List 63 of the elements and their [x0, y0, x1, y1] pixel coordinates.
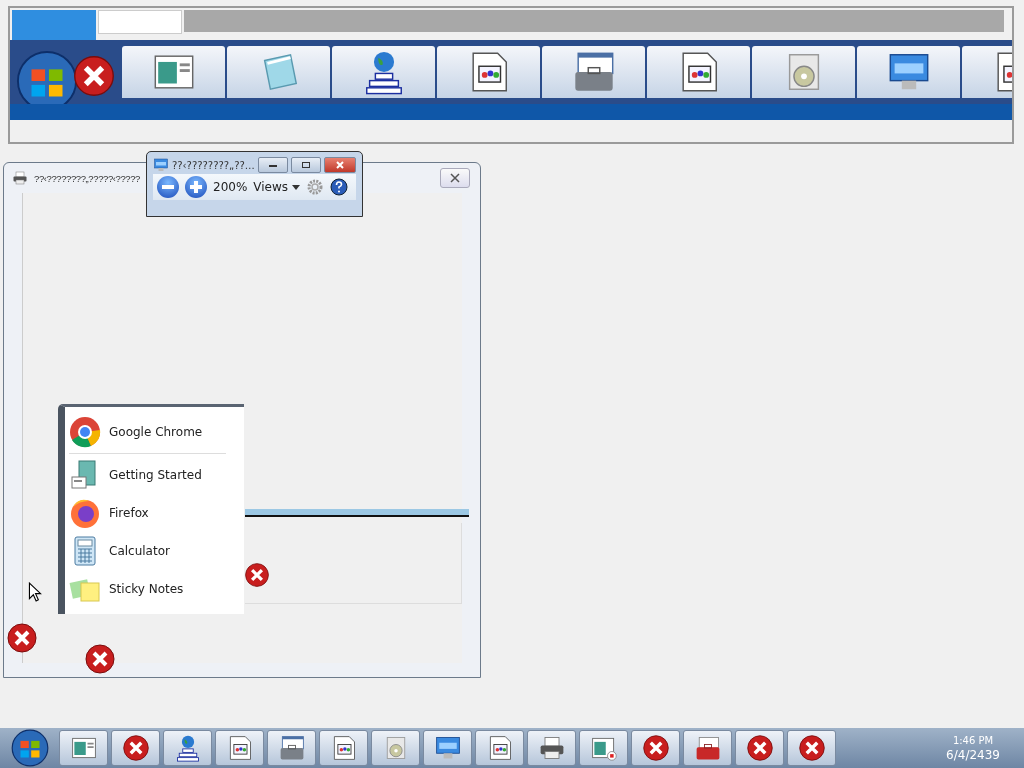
zoom-out-button[interactable] — [157, 176, 179, 198]
settings-button[interactable] — [306, 178, 325, 196]
menu-item[interactable]: Calculator — [69, 532, 244, 570]
menu-item[interactable]: Sticky Notes — [69, 570, 244, 608]
start-orb-icon — [11, 729, 49, 767]
taskbar-button[interactable] — [267, 730, 316, 766]
close-button[interactable] — [324, 157, 356, 173]
taskbar-button[interactable] — [163, 730, 212, 766]
taskbar-button[interactable] — [215, 730, 264, 766]
toolbar-button[interactable] — [857, 46, 960, 98]
error-icon — [84, 643, 116, 675]
taskbar-button[interactable] — [579, 730, 628, 766]
taskbar-button[interactable] — [475, 730, 524, 766]
menu-item[interactable]: Google Chrome — [69, 413, 244, 451]
toolbar-button[interactable] — [437, 46, 540, 98]
chrome-icon — [69, 416, 101, 448]
menu-item[interactable]: Getting Started — [69, 456, 244, 494]
clock-date: 6/4/2439 — [946, 748, 1000, 762]
taskbar-button[interactable] — [527, 730, 576, 766]
caret-icon — [292, 184, 301, 190]
minimize-button[interactable] — [257, 157, 288, 173]
mouse-pointer-icon — [28, 582, 42, 602]
toolbar-button[interactable] — [122, 46, 225, 98]
error-icon — [72, 54, 116, 98]
printer-icon — [12, 170, 28, 186]
error-icon — [745, 734, 774, 762]
minus-icon — [162, 185, 174, 189]
error-icon — [641, 734, 670, 762]
toolbar-button[interactable] — [542, 46, 645, 98]
taskbar-button[interactable] — [111, 730, 160, 766]
toolbar-button[interactable] — [647, 46, 750, 98]
zoom-in-button[interactable] — [185, 176, 207, 198]
error-icon — [121, 734, 150, 762]
error-icon — [797, 734, 826, 762]
taskbar-button[interactable] — [319, 730, 368, 766]
toolbar-button[interactable] — [332, 46, 435, 98]
window-title: ??‹????????„?????‹????? — [34, 172, 140, 184]
taskbar-button[interactable] — [787, 730, 836, 766]
error-icon — [6, 622, 38, 654]
taskbar-button[interactable] — [683, 730, 732, 766]
help-icon — [330, 178, 349, 196]
zoom-level: 200% — [213, 180, 248, 194]
window-title: ??‹????????„??… — [172, 159, 255, 171]
views-dropdown[interactable]: Views — [253, 180, 301, 194]
close-icon — [450, 173, 460, 183]
help-button[interactable] — [330, 178, 349, 196]
clock-time: 1:46 PM — [952, 734, 994, 748]
input-field[interactable] — [98, 10, 182, 34]
restore-icon — [301, 161, 311, 169]
taskbar-button[interactable] — [423, 730, 472, 766]
plus-icon — [190, 181, 202, 193]
menu-item[interactable]: Firefox — [69, 494, 244, 532]
taskbar-button[interactable] — [631, 730, 680, 766]
gear-icon — [306, 178, 325, 196]
monitor-icon — [433, 734, 462, 762]
close-icon — [335, 161, 345, 169]
monitor-icon — [153, 157, 169, 173]
close-button[interactable] — [440, 168, 470, 188]
minimize-icon — [267, 162, 278, 168]
restore-button[interactable] — [290, 157, 322, 173]
firefox-icon — [69, 497, 101, 529]
taskbar-button[interactable] — [735, 730, 784, 766]
taskbar-button[interactable] — [59, 730, 108, 766]
